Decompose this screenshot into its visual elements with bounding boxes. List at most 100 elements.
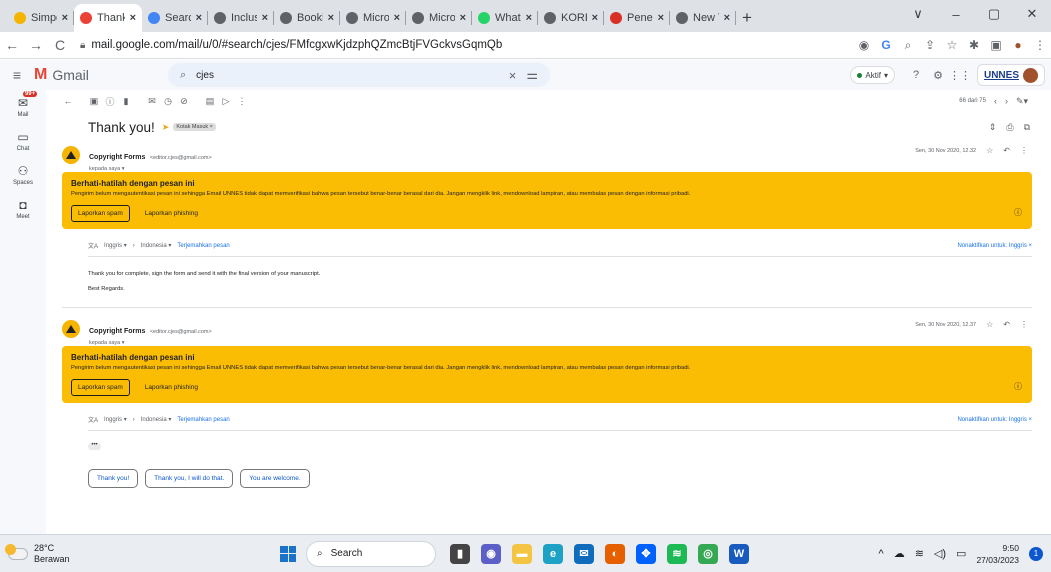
smart-reply-button[interactable]: Thank you, I will do that. (145, 469, 234, 488)
inbox-label-chip[interactable]: Kotak Masuk × (173, 123, 216, 131)
close-tab-icon[interactable]: × (62, 12, 68, 24)
eye-icon[interactable]: ◉ (853, 38, 875, 52)
translate-to[interactable]: Indonesia ▾ (141, 242, 172, 249)
close-tab-icon[interactable]: × (460, 12, 466, 24)
importance-marker-icon[interactable]: ➤ (162, 122, 170, 133)
search-input[interactable]: cjes (196, 70, 499, 81)
translate-from[interactable]: Inggris ▾ (104, 242, 127, 249)
back-to-list-icon[interactable]: ← (60, 96, 76, 106)
info-icon[interactable]: ⓘ (1014, 381, 1022, 392)
taskbar-search[interactable]: ⌕ Search (306, 540, 436, 567)
close-tab-icon[interactable]: × (526, 12, 532, 24)
translate-off-link[interactable]: Nonaktifkan untuk: Inggris × (957, 417, 1032, 423)
close-tab-icon[interactable]: × (394, 12, 400, 24)
translate-link[interactable]: Terjemahkan pesan (177, 243, 229, 249)
extensions-icon[interactable]: ✱ (963, 38, 985, 52)
rail-item-chat[interactable]: ▭ Chat (0, 124, 46, 158)
report-spam-button[interactable]: Laporkan spam (71, 379, 130, 396)
translate-to[interactable]: Indonesia ▾ (141, 416, 172, 423)
close-tab-icon[interactable]: × (196, 12, 202, 24)
close-tab-icon[interactable]: × (592, 12, 598, 24)
share-icon[interactable]: ⇪ (919, 38, 941, 52)
browser-tab[interactable]: Bookle × (274, 4, 340, 32)
mail-app-icon[interactable]: ✉ (574, 543, 594, 564)
report-phishing-button[interactable]: Laporkan phishing (138, 379, 205, 396)
translate-off-link[interactable]: Nonaktifkan untuk: Inggris × (957, 243, 1032, 249)
browser-tab[interactable]: Micros × (340, 4, 406, 32)
bookmark-star-icon[interactable]: ☆ (941, 38, 963, 52)
print-icon[interactable]: ⎙ (1006, 122, 1013, 133)
close-tab-icon[interactable]: × (724, 12, 730, 24)
maximize-button[interactable]: ▢ (975, 6, 1013, 22)
browser-menu-icon[interactable]: ⋮ (1029, 38, 1051, 52)
chrome-icon[interactable]: ◎ (698, 543, 718, 564)
system-clock[interactable]: 9:50 27/03/2023 (976, 542, 1019, 566)
windows-start-icon[interactable] (280, 545, 296, 562)
rail-item-meet[interactable]: ◘ Meet (0, 192, 46, 226)
browser-tab[interactable]: Thank × (74, 4, 142, 32)
status-selector[interactable]: Aktif ▾ (850, 66, 895, 84)
main-menu-icon[interactable]: ≡ (0, 67, 34, 83)
close-window-button[interactable]: ✕ (1013, 6, 1051, 22)
volume-icon[interactable]: ◁) (934, 547, 946, 560)
close-tab-icon[interactable]: × (658, 12, 664, 24)
wifi-icon[interactable]: ≋ (915, 547, 924, 560)
browser-tab[interactable]: Inclusi × (208, 4, 274, 32)
more-icon[interactable]: ⋮ (1020, 320, 1028, 329)
sender-name[interactable]: Copyright Forms (89, 328, 145, 335)
translate-from[interactable]: Inggris ▾ (104, 416, 127, 423)
report-spam-icon[interactable]: ⓘ (102, 95, 118, 108)
smart-reply-button[interactable]: Thank you! (88, 469, 139, 488)
onedrive-icon[interactable]: ☁ (894, 547, 905, 560)
browser-tab[interactable]: Penelit × (604, 4, 670, 32)
sender-name[interactable]: Copyright Forms (89, 154, 145, 161)
browser-tab[interactable]: New T × (670, 4, 736, 32)
reload-icon[interactable]: C (48, 37, 72, 53)
translate-link[interactable]: Terjemahkan pesan (177, 417, 229, 423)
settings-gear-icon[interactable]: ⚙ (927, 69, 949, 82)
minimize-button[interactable]: – (937, 7, 975, 22)
task-view-icon[interactable]: ▮ (450, 543, 470, 564)
search-box[interactable]: ⌕ cjes × ⚌ (168, 63, 550, 87)
word-icon[interactable]: W (729, 543, 749, 564)
browser-tab[interactable]: KORES × (538, 4, 604, 32)
clear-search-icon[interactable]: × (509, 68, 517, 83)
show-trimmed-content-button[interactable]: ••• (88, 442, 101, 450)
spotify-icon[interactable]: ≋ (667, 543, 687, 564)
notification-badge[interactable]: 1 (1029, 546, 1043, 561)
browser-tab[interactable]: Whats × (472, 4, 538, 32)
close-tab-icon[interactable]: × (262, 12, 268, 24)
search-options-icon[interactable]: ⚌ (526, 67, 538, 83)
back-icon[interactable]: ← (0, 37, 24, 53)
smart-reply-button[interactable]: You are welcome. (240, 469, 310, 488)
older-icon[interactable]: › (1005, 96, 1008, 106)
newer-icon[interactable]: ‹ (994, 96, 997, 106)
move-to-icon[interactable]: ▤ (202, 96, 218, 107)
firefox-icon[interactable]: ◐ (605, 543, 625, 564)
weather-widget[interactable]: 28°C Berawan (0, 543, 250, 565)
account-button[interactable]: UNNES (977, 64, 1045, 86)
browser-tab[interactable]: Simpe × (8, 4, 74, 32)
zoom-icon[interactable]: ⌕ (897, 38, 919, 53)
browser-tab[interactable]: Micros × (406, 4, 472, 32)
reply-icon[interactable]: ↶ (1003, 320, 1010, 329)
more-icon[interactable]: ⋮ (1020, 146, 1028, 155)
dropbox-icon[interactable]: ✥ (636, 543, 656, 564)
more-options-icon[interactable]: ⋮ (234, 96, 250, 107)
edge-icon[interactable]: e (543, 543, 563, 564)
profile-avatar-icon[interactable]: ● (1007, 38, 1029, 52)
archive-icon[interactable]: ▣ (86, 96, 102, 107)
tab-search-button[interactable]: ∨ (899, 6, 937, 22)
help-icon[interactable]: ? (905, 69, 927, 81)
info-icon[interactable]: ⓘ (1014, 207, 1022, 218)
url-field[interactable]: 🔒︎ mail.google.com/mail/u/0/#search/cjes… (80, 34, 850, 56)
google-icon[interactable]: G (875, 38, 897, 52)
close-tab-icon[interactable]: × (328, 12, 334, 24)
report-phishing-button[interactable]: Laporkan phishing (138, 205, 205, 222)
snooze-icon[interactable]: ◷ (160, 96, 176, 107)
add-task-icon[interactable]: ⊘ (176, 96, 192, 107)
rail-item-spaces[interactable]: ⚇ Spaces (0, 158, 46, 192)
star-icon[interactable]: ☆ (986, 320, 993, 329)
browser-tab[interactable]: Search × (142, 4, 208, 32)
battery-icon[interactable]: ▭ (956, 547, 966, 560)
